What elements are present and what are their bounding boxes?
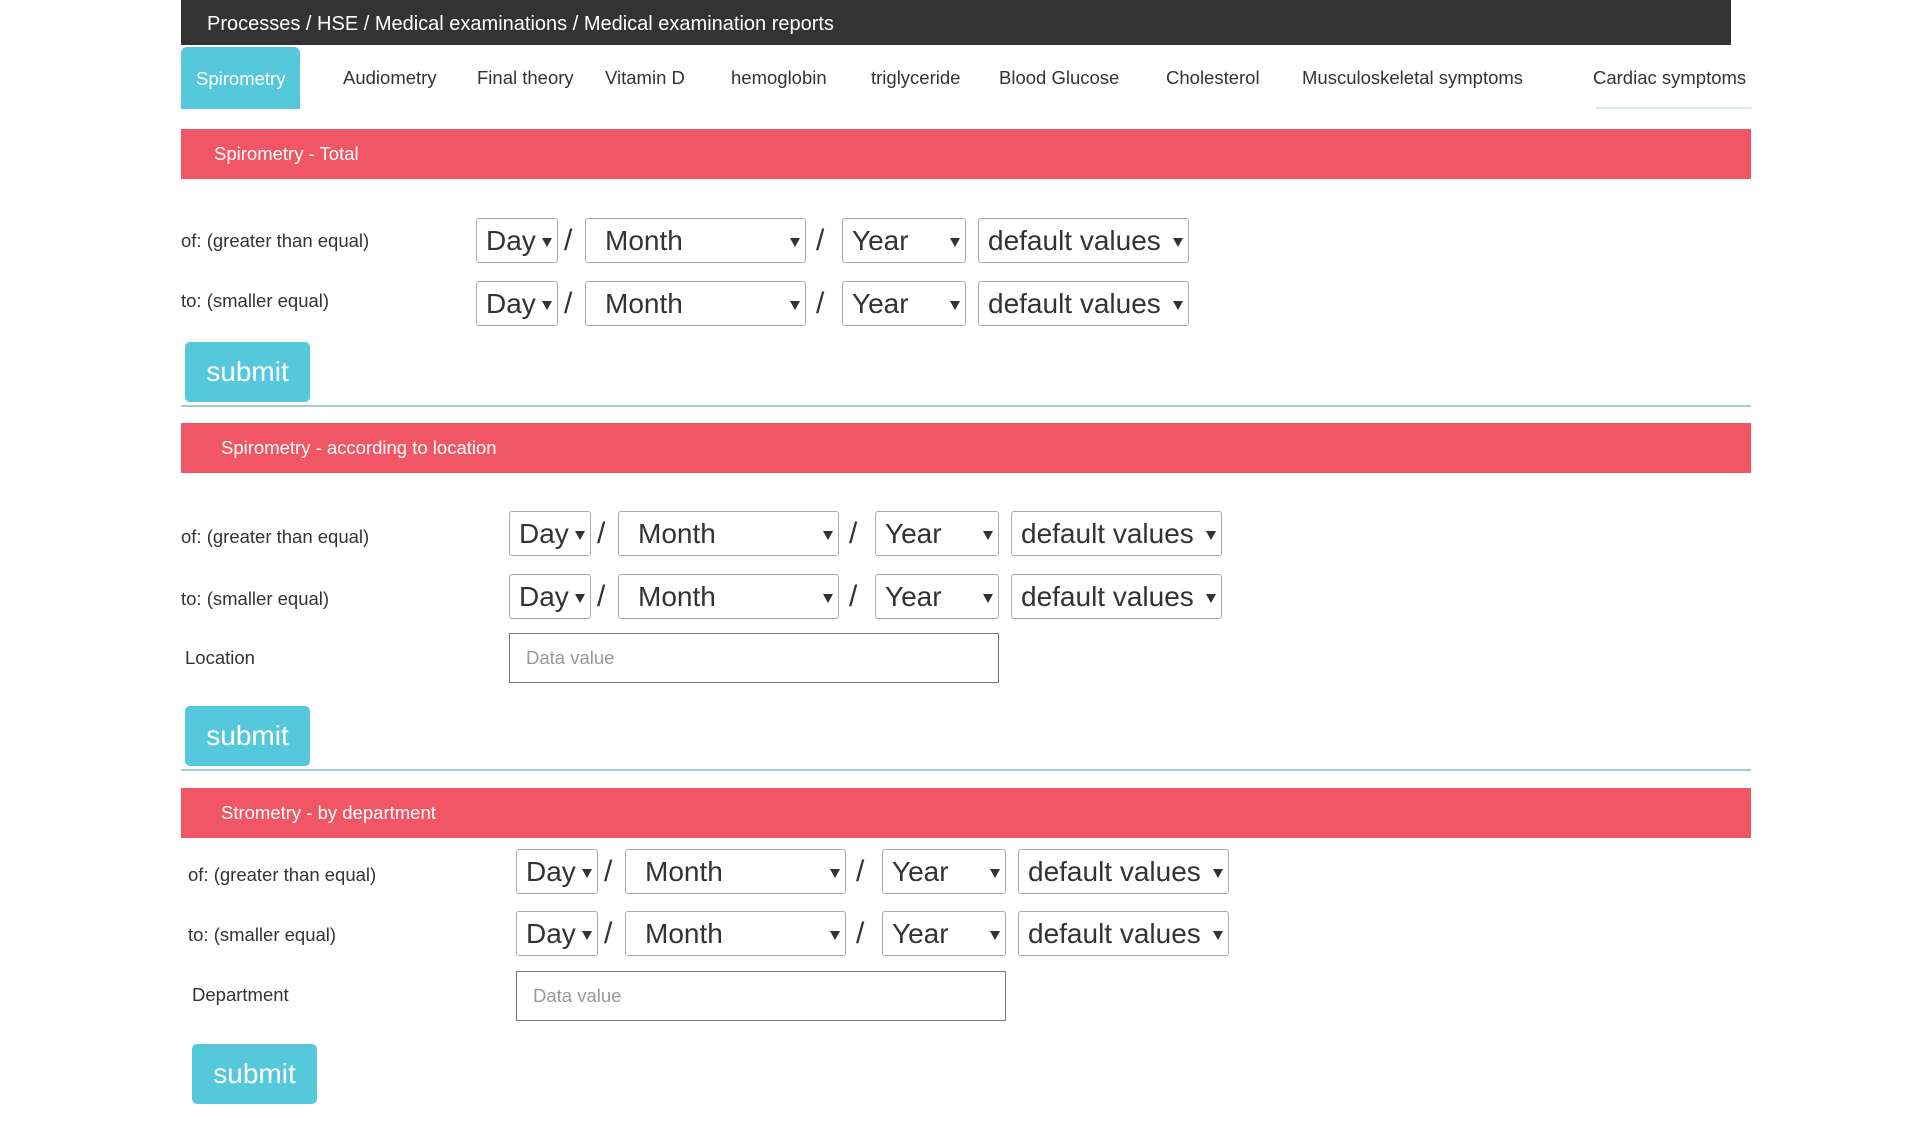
year-select[interactable]: Year: [882, 849, 1006, 894]
tabs-underline: [1596, 107, 1751, 109]
month-select[interactable]: Month: [625, 849, 846, 894]
from-label: of: (greater than equal): [188, 864, 377, 885]
chevron-down-icon: [1173, 238, 1183, 247]
chevron-down-icon: [1173, 301, 1183, 310]
from-label: of: (greater than equal): [181, 526, 370, 547]
chevron-down-icon: [575, 531, 585, 540]
year-select[interactable]: Year: [875, 511, 999, 556]
year-select[interactable]: Year: [842, 281, 966, 326]
tab-final-theory[interactable]: Final theory: [477, 47, 574, 109]
tab-bar: Spirometry Audiometry Final theory Vitam…: [181, 47, 1751, 109]
chevron-down-icon: [830, 869, 840, 878]
chevron-down-icon: [983, 594, 993, 603]
year-select[interactable]: Year: [842, 218, 966, 263]
tab-cardiac-symptoms[interactable]: Cardiac symptoms: [1593, 47, 1746, 109]
day-select[interactable]: Day: [476, 218, 558, 263]
section-divider: [181, 405, 1751, 407]
date-separator: /: [849, 517, 858, 550]
date-separator: /: [849, 580, 858, 613]
submit-button-total[interactable]: submit: [185, 342, 310, 402]
date-separator: /: [604, 917, 613, 950]
year-select[interactable]: Year: [882, 911, 1006, 956]
default-values-select[interactable]: default values: [978, 218, 1189, 263]
chevron-down-icon: [582, 869, 592, 878]
chevron-down-icon: [542, 301, 552, 310]
chevron-down-icon: [950, 301, 960, 310]
default-values-select[interactable]: default values: [1018, 849, 1229, 894]
section-header-department: Strometry - by department: [181, 788, 1751, 838]
chevron-down-icon: [830, 931, 840, 940]
date-separator: /: [856, 917, 865, 950]
tab-cholesterol[interactable]: Cholesterol: [1166, 47, 1260, 109]
date-separator: /: [597, 517, 606, 550]
chevron-down-icon: [1206, 594, 1216, 603]
date-separator: /: [564, 287, 573, 320]
date-separator: /: [597, 580, 606, 613]
month-select[interactable]: Month: [585, 218, 806, 263]
to-label: to: (smaller equal): [188, 924, 337, 945]
submit-button-location[interactable]: submit: [185, 706, 310, 766]
tab-hemoglobin[interactable]: hemoglobin: [731, 47, 827, 109]
to-label: to: (smaller equal): [181, 588, 330, 609]
tab-audiometry[interactable]: Audiometry: [343, 47, 437, 109]
chevron-down-icon: [990, 931, 1000, 940]
to-label: to: (smaller equal): [181, 290, 330, 311]
location-label: Location: [185, 647, 255, 668]
date-separator: /: [564, 224, 573, 257]
default-values-select[interactable]: default values: [1011, 574, 1222, 619]
submit-button-department[interactable]: submit: [192, 1044, 317, 1104]
date-separator: /: [856, 855, 865, 888]
section-header-total: Spirometry - Total: [181, 129, 1751, 179]
chevron-down-icon: [575, 594, 585, 603]
location-input[interactable]: [509, 633, 999, 683]
day-select[interactable]: Day: [516, 911, 598, 956]
day-select[interactable]: Day: [476, 281, 558, 326]
section-header-location: Spirometry - according to location: [181, 423, 1751, 473]
chevron-down-icon: [790, 301, 800, 310]
tab-vitamin-d[interactable]: Vitamin D: [605, 47, 685, 109]
department-label: Department: [192, 984, 289, 1005]
tab-musculoskeletal-symptoms[interactable]: Musculoskeletal symptoms: [1302, 47, 1523, 109]
month-select[interactable]: Month: [618, 511, 839, 556]
chevron-down-icon: [1206, 531, 1216, 540]
from-label: of: (greater than equal): [181, 230, 370, 251]
tab-spirometry[interactable]: Spirometry: [181, 47, 301, 109]
default-values-select[interactable]: default values: [1011, 511, 1222, 556]
day-select[interactable]: Day: [509, 574, 591, 619]
tab-triglyceride[interactable]: triglyceride: [871, 47, 960, 109]
chevron-down-icon: [1213, 869, 1223, 878]
chevron-down-icon: [1213, 931, 1223, 940]
department-input[interactable]: [516, 971, 1006, 1021]
chevron-down-icon: [542, 238, 552, 247]
date-separator: /: [604, 855, 613, 888]
section-divider: [181, 769, 1751, 771]
month-select[interactable]: Month: [585, 281, 806, 326]
month-select[interactable]: Month: [618, 574, 839, 619]
chevron-down-icon: [790, 238, 800, 247]
date-separator: /: [816, 287, 825, 320]
day-select[interactable]: Day: [509, 511, 591, 556]
chevron-down-icon: [823, 594, 833, 603]
chevron-down-icon: [990, 869, 1000, 878]
default-values-select[interactable]: default values: [978, 281, 1189, 326]
breadcrumb: Processes / HSE / Medical examinations /…: [181, 0, 1731, 45]
chevron-down-icon: [582, 931, 592, 940]
day-select[interactable]: Day: [516, 849, 598, 894]
chevron-down-icon: [950, 238, 960, 247]
chevron-down-icon: [823, 531, 833, 540]
date-separator: /: [816, 224, 825, 257]
tab-blood-glucose[interactable]: Blood Glucose: [999, 47, 1119, 109]
chevron-down-icon: [983, 531, 993, 540]
year-select[interactable]: Year: [875, 574, 999, 619]
month-select[interactable]: Month: [625, 911, 846, 956]
default-values-select[interactable]: default values: [1018, 911, 1229, 956]
